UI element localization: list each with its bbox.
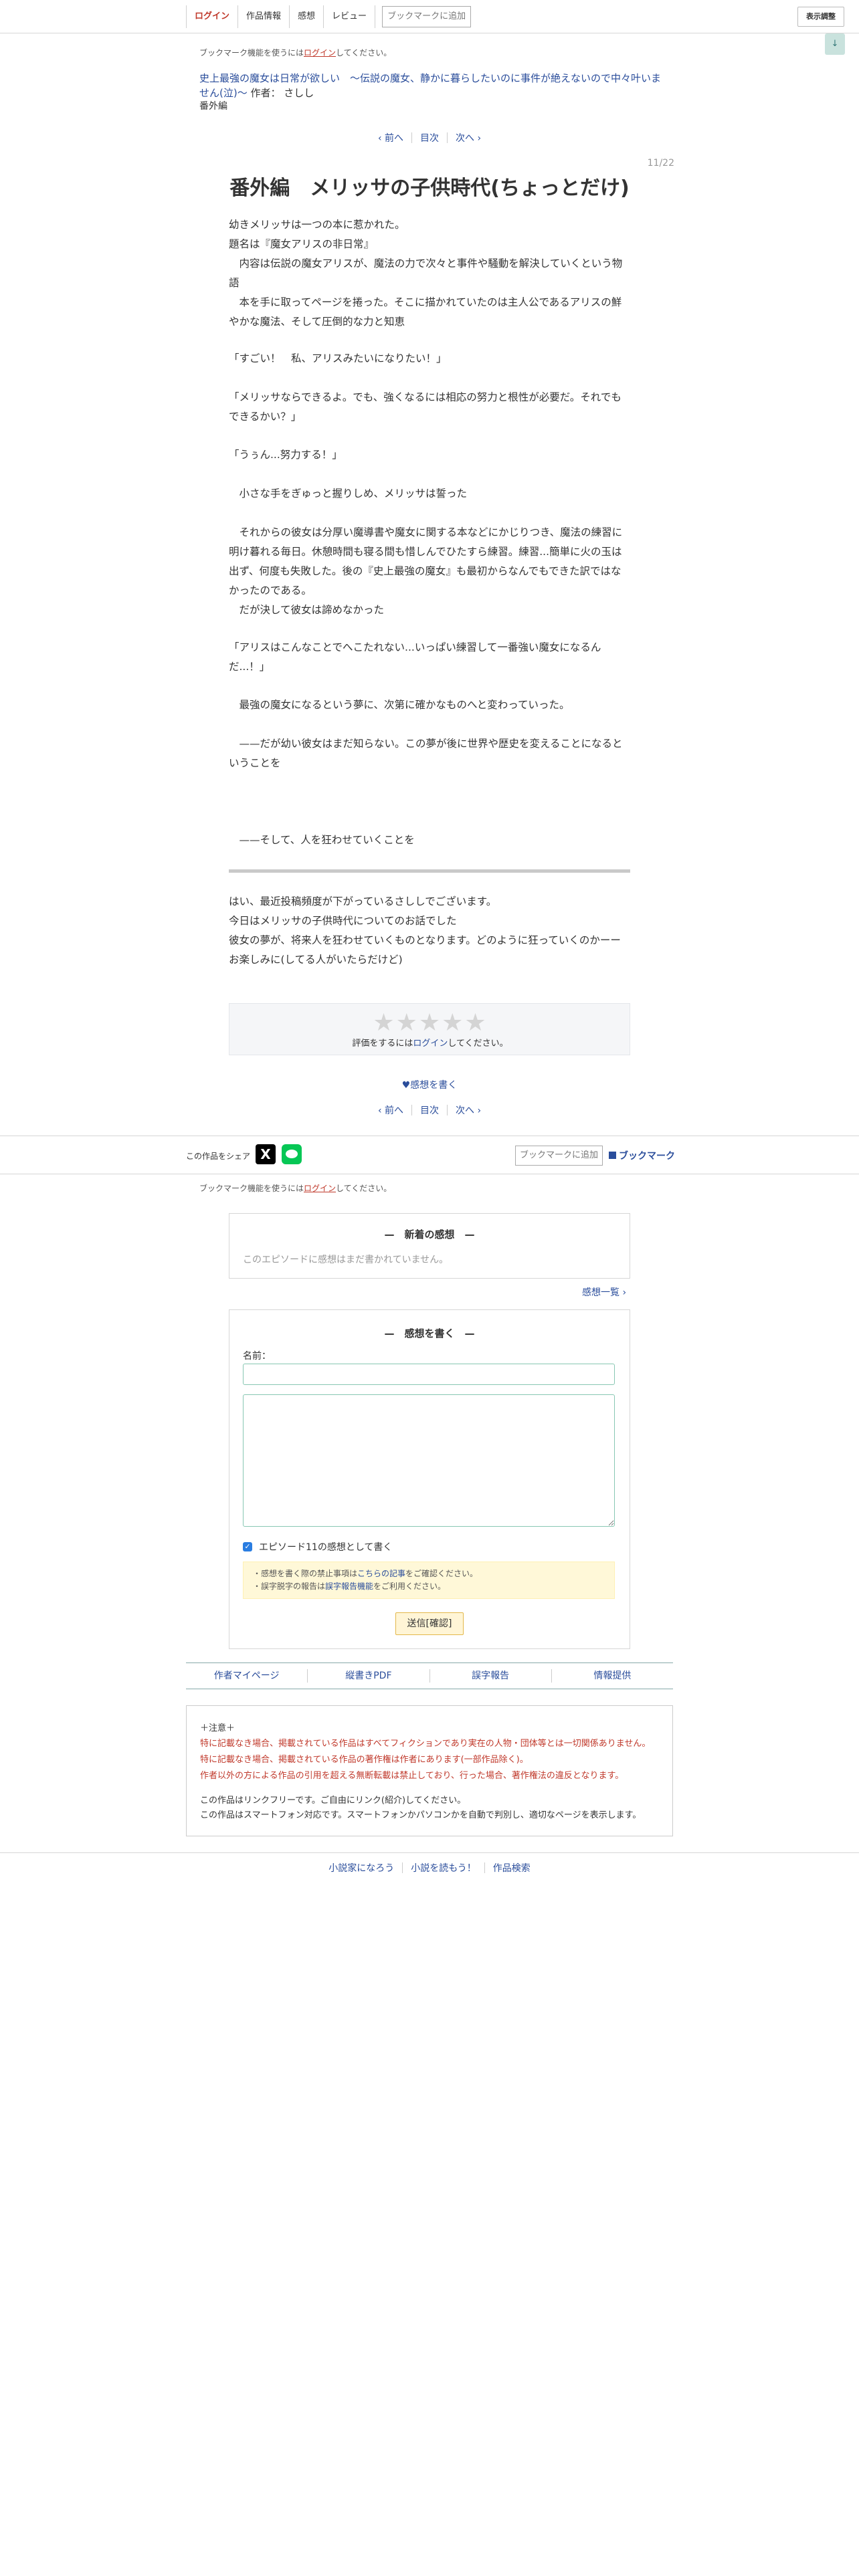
author-mypage-link[interactable]: 作者マイページ	[186, 1669, 308, 1683]
novel-title: 史上最強の魔女は日常が欲しい 〜伝説の魔女、静かに暮らしたいのに事件が絶えないの…	[199, 71, 668, 100]
typo-report-link[interactable]: 誤字報告機能	[325, 1582, 373, 1591]
episode-checkbox-row[interactable]: ✓ エピソード11の感想として書く	[243, 1540, 392, 1553]
top-bar: ログイン 作品情報 感想 レビュー ブックマークに追加 表示調整	[0, 0, 859, 33]
impression-textarea[interactable]	[243, 1394, 615, 1527]
episode-checkbox-label: エピソード11の感想として書く	[259, 1542, 393, 1553]
bookmark-add-button[interactable]: ブックマークに追加	[382, 6, 472, 27]
impression-form-panel: — 感想を書く — 名前： ✓ エピソード11の感想として書く ・感想を書く際の…	[229, 1309, 630, 1649]
rating-login-link[interactable]: ログイン	[413, 1039, 448, 1049]
bookmark-label: ブックマーク	[619, 1151, 675, 1162]
checkbox-checked-icon[interactable]: ✓	[243, 1542, 252, 1551]
author-name[interactable]: さしし	[284, 87, 314, 99]
syosetu-home-link[interactable]: 小説家になろう	[320, 1861, 402, 1874]
afterword-divider	[229, 869, 630, 873]
body-paragraph: 幼きメリッサは一つの本に惹かれた。 題名は『魔女アリスの非日常』 内容は伝説の魔…	[229, 219, 623, 328]
body-paragraph: 最強の魔女になるという夢に、次第に確かなものへと変わっていった。	[229, 699, 570, 711]
body-paragraph: 「アリスはこんなことでへこたれない...いっぱい練習して一番強い魔女になるんだ.…	[229, 641, 601, 673]
caution-red-line: 特に記載なき場合、掲載されている作品はすべてフィクションであり実在の人物・団体等…	[200, 1739, 651, 1749]
rules-article-link[interactable]: こちらの記事	[357, 1569, 405, 1578]
body-paragraph: ——だが幼い彼女はまだ知らない。この夢が後に世界や歴史を変えることになるというこ…	[229, 738, 623, 769]
caution-title: ＋注意＋	[200, 1723, 235, 1733]
notice-suffix: してください。	[336, 1184, 392, 1193]
body-paragraph: それからの彼女は分厚い魔導書や魔女に関する本などにかじりつき、魔法の練習に明け暮…	[229, 526, 623, 616]
vertical-pdf-link[interactable]: 縦書きPDF	[308, 1669, 430, 1683]
line-share-icon[interactable]	[282, 1144, 302, 1164]
submit-button[interactable]: 送信[確認]	[395, 1612, 464, 1635]
notice-prefix: ブックマーク機能を使うには	[199, 48, 304, 58]
notice-prefix: ブックマーク機能を使うには	[199, 1184, 304, 1193]
caution-box: ＋注意＋ 特に記載なき場合、掲載されている作品はすべてフィクションであり実在の人…	[186, 1705, 673, 1836]
yomou-link[interactable]: 小説を読もう！	[403, 1861, 484, 1874]
rating-suffix: してください。	[448, 1039, 508, 1049]
toc-link[interactable]: 目次	[412, 1103, 447, 1117]
rating-stars[interactable]: ★★★★★	[229, 1009, 631, 1037]
author-label: 作者：	[250, 87, 281, 99]
nav-reviews[interactable]: レビュー	[324, 5, 376, 28]
caution-red-line: 作者以外の方による作品の引用を超える無断転載は禁止しており、行った場合、著作権法…	[200, 1771, 624, 1781]
note-text: ・誤字脱字の報告は	[253, 1582, 326, 1591]
latest-impressions-title: — 新着の感想 —	[384, 1228, 475, 1241]
rating-box: ★★★★★ 評価をするにはログインしてください。	[229, 1003, 630, 1055]
top-nav: ログイン 作品情報 感想 レビュー ブックマークに追加	[186, 5, 472, 29]
note-text: をご利用ください。	[373, 1582, 446, 1591]
caution-gray-line: この作品はスマートフォン対応です。スマートフォンかパソコンかを自動で判別し、適切…	[200, 1810, 642, 1820]
notice-login-link[interactable]: ログイン	[304, 48, 336, 58]
body-paragraph: ——そして、人を狂わせていくことを	[229, 834, 415, 846]
next-link[interactable]: 次へ ›	[448, 131, 489, 144]
write-impression-link[interactable]: ♥感想を書く	[0, 1078, 859, 1091]
login-link[interactable]: ログイン	[186, 5, 239, 28]
line-bubble	[286, 1150, 298, 1158]
nav-impressions[interactable]: 感想	[290, 5, 324, 28]
note-line: ・感想を書く際の禁止事項はこちらの記事をご確認ください。	[253, 1568, 605, 1580]
pager-top: ‹ 前へ 目次 次へ ›	[0, 131, 859, 144]
caution-gray-line: この作品はリンクフリーです。ご自由にリンク(紹介)してください。	[200, 1796, 466, 1806]
note-text: ・感想を書く際の禁止事項は	[253, 1569, 358, 1578]
typo-report-footer-link[interactable]: 誤字報告	[430, 1669, 552, 1683]
caution-red-line: 特に記載なき場合、掲載されている作品の著作権は作者にあります(一部作品除く)。	[200, 1755, 529, 1765]
body-paragraph: 「メリッサならできるよ。でも、強くなるには相応の努力と根性が必要だ。それでもでき…	[229, 391, 622, 423]
episode-number: 11/22	[647, 158, 674, 169]
rating-prefix: 評価をするには	[352, 1039, 413, 1049]
prev-link[interactable]: ‹ 前へ	[370, 1103, 411, 1117]
info-report-link[interactable]: 情報提供	[552, 1669, 673, 1683]
episode-title: 番外編 メリッサの子供時代(ちょっとだけ)	[229, 177, 630, 200]
bookmark-add-button[interactable]: ブックマークに追加	[515, 1146, 603, 1166]
nav-novel-info[interactable]: 作品情報	[238, 5, 290, 28]
scroll-down-icon[interactable]: ↓	[825, 33, 845, 55]
bottom-bar: 小説家になろう 小説を読もう！ 作品検索	[0, 1852, 859, 1882]
rating-note: 評価をするにはログインしてください。	[229, 1036, 631, 1049]
share-bar: この作品をシェア X ブックマークに追加 ブックマーク	[0, 1136, 859, 1174]
notice-login-link[interactable]: ログイン	[304, 1184, 336, 1193]
name-input[interactable]	[243, 1364, 615, 1385]
share-label: この作品をシェア	[186, 1152, 251, 1161]
note-line: ・誤字脱字の報告は誤字報告機能をご利用ください。	[253, 1580, 605, 1593]
impression-form-title: — 感想を書く —	[384, 1327, 475, 1339]
notice-suffix: してください。	[336, 48, 392, 58]
prev-link[interactable]: ‹ 前へ	[370, 131, 411, 144]
chapter-category: 番外編	[199, 101, 227, 112]
bookmark-notice: ブックマーク機能を使うにはログインしてください。	[199, 47, 391, 58]
footer-nav: 作者マイページ 縦書きPDF 誤字報告 情報提供	[186, 1662, 673, 1689]
novel-search-link[interactable]: 作品検索	[485, 1861, 539, 1874]
name-label: 名前：	[243, 1351, 271, 1362]
latest-impressions-empty: このエピソードに感想はまだ書かれていません。	[243, 1255, 449, 1265]
display-settings-button[interactable]: 表示調整	[797, 7, 844, 27]
body-paragraph: 「うぅん...努力する！」	[229, 449, 343, 461]
pager-bottom: ‹ 前へ 目次 次へ ›	[0, 1103, 859, 1117]
body-paragraph: 小さな手をぎゅっと握りしめ、メリッサは誓った	[229, 488, 468, 500]
form-notes: ・感想を書く際の禁止事項はこちらの記事をご確認ください。 ・誤字脱字の報告は誤字…	[243, 1562, 615, 1599]
body-paragraph: 「すごい！ 私、アリスみたいになりたい！」	[229, 352, 447, 364]
bookmark-link[interactable]: ブックマーク	[609, 1149, 675, 1162]
next-link[interactable]: 次へ ›	[448, 1103, 489, 1117]
bookmark-notice: ブックマーク機能を使うにはログインしてください。	[199, 1182, 391, 1194]
afterword: はい、最近投稿頻度が下がっているさししでございます。 今日はメリッサの子供時代に…	[229, 895, 621, 966]
latest-impressions-panel: — 新着の感想 — このエピソードに感想はまだ書かれていません。	[229, 1213, 630, 1279]
impressions-list-link[interactable]: 感想一覧 ›	[582, 1285, 626, 1299]
x-share-icon[interactable]: X	[256, 1144, 276, 1164]
note-text: をご確認ください。	[405, 1569, 478, 1578]
toc-link[interactable]: 目次	[412, 131, 447, 144]
bookmark-icon	[609, 1152, 616, 1159]
